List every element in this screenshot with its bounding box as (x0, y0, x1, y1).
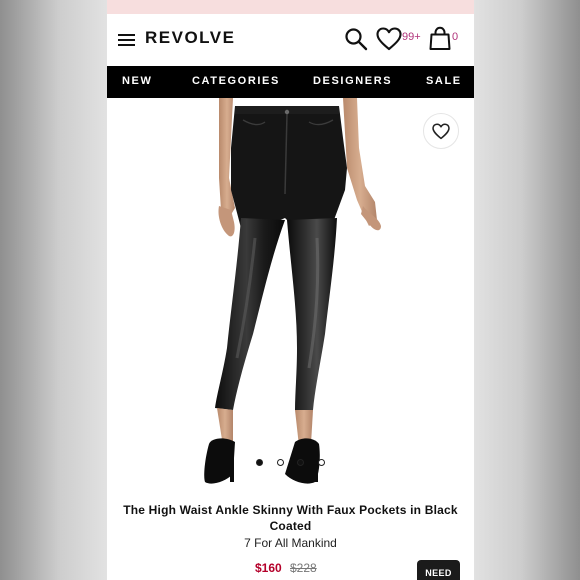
bag-count: 0 (452, 31, 459, 43)
heart-icon[interactable] (376, 27, 402, 51)
promo-strip (107, 0, 474, 14)
product-brand-link[interactable]: 7 For All Mankind (107, 536, 474, 550)
shopping-bag-icon[interactable] (429, 26, 451, 51)
brand-logo[interactable]: REVOLVE (145, 28, 235, 48)
nav-item-designers[interactable]: DESIGNERS (313, 75, 392, 87)
favorite-heart-button[interactable] (423, 113, 459, 149)
carousel-dots (107, 459, 474, 469)
background-left (0, 0, 107, 580)
phone-screen: REVOLVE 99+ 0 NEW CATEGORIES DESIGNERS S… (107, 0, 474, 580)
main-nav: NEW CATEGORIES DESIGNERS SALE (107, 66, 474, 98)
product-photo (204, 98, 381, 484)
nav-item-categories[interactable]: CATEGORIES (192, 75, 280, 87)
nav-item-new[interactable]: NEW (122, 75, 152, 87)
menu-icon[interactable] (118, 34, 135, 46)
need-badge: NEED (417, 560, 460, 580)
wishlist-count: 99+ (402, 31, 421, 43)
sale-price: $160 (255, 561, 282, 575)
nav-item-sale[interactable]: SALE (426, 75, 462, 87)
carousel-dot-3[interactable] (297, 459, 304, 466)
heart-icon (432, 123, 450, 140)
product-image[interactable] (107, 98, 474, 494)
product-title-line-1: The High Waist Ankle Skinny With Faux Po… (123, 503, 458, 517)
product-title-line-2: Coated (269, 519, 312, 533)
search-icon[interactable] (344, 27, 368, 51)
site-header: REVOLVE 99+ 0 (107, 14, 474, 66)
carousel-dot-2[interactable] (277, 459, 284, 466)
background-right (473, 0, 580, 580)
carousel-dot-4[interactable] (318, 459, 325, 466)
original-price: $228 (290, 561, 317, 575)
product-title: The High Waist Ankle Skinny With Faux Po… (117, 502, 464, 534)
carousel-dot-1[interactable] (256, 459, 263, 466)
